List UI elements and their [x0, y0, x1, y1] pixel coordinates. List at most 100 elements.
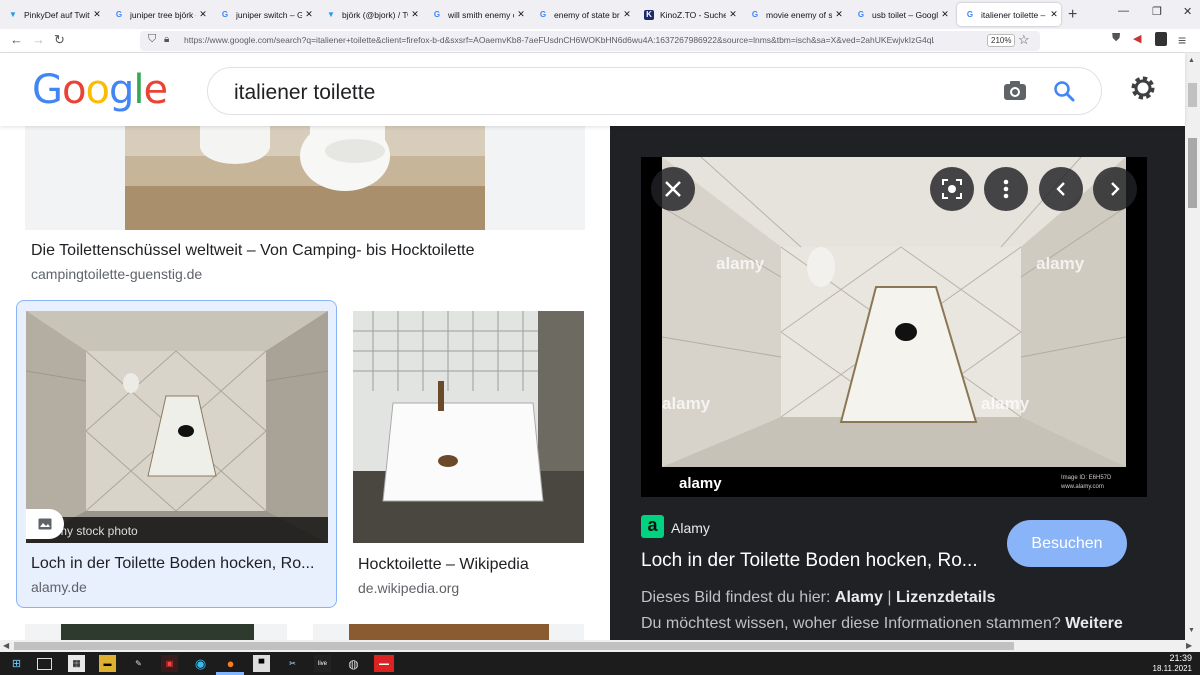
- result-title[interactable]: Loch in der Toilette Boden hocken, Ro...: [31, 555, 321, 573]
- bookmark-star-icon[interactable]: ☆: [1018, 32, 1030, 48]
- close-tab-icon[interactable]: ✕: [938, 9, 952, 20]
- windows-start-icon[interactable]: ⊞: [8, 655, 25, 672]
- close-window-icon[interactable]: ✕: [1183, 5, 1192, 18]
- result-card-next[interactable]: [25, 624, 287, 640]
- recorder-icon[interactable]: ▬▬: [374, 655, 394, 672]
- extension-icon[interactable]: [1155, 32, 1167, 46]
- tab-4[interactable]: Gwill smith enemy of s✕: [424, 3, 528, 26]
- close-tab-icon[interactable]: ✕: [302, 9, 316, 20]
- windows-taskbar: ⊞ ▦ ▬ ✎ ▣ ◉ ● ▀ ✂ live ◍ ▬▬ 21:39 18.11.…: [0, 652, 1200, 675]
- camera-icon[interactable]: [1003, 80, 1027, 102]
- result-source[interactable]: campingtoilette-guenstig.de: [31, 266, 202, 282]
- result-card-wikipedia[interactable]: [353, 311, 584, 543]
- zoom-level[interactable]: 210%: [987, 34, 1016, 47]
- search-icon[interactable]: [1053, 80, 1075, 102]
- close-tab-icon[interactable]: ✕: [408, 9, 422, 20]
- result-thumbnail-squat-toilet[interactable]: [26, 311, 328, 543]
- result-card-selected[interactable]: my stock photo Loch in der Toilette Bode…: [16, 300, 337, 608]
- close-tab-icon[interactable]: ✕: [620, 9, 634, 20]
- tab-1[interactable]: Gjuniper tree björk – Go✕: [106, 3, 210, 26]
- scroll-down-icon[interactable]: ▼: [1188, 627, 1195, 634]
- result-title[interactable]: Die Toilettenschüssel weltweit – Von Cam…: [31, 242, 581, 260]
- scrollbar-thumb[interactable]: [14, 642, 1014, 650]
- result-card-0[interactable]: [25, 126, 585, 230]
- forward-icon[interactable]: →: [32, 32, 45, 47]
- tab-8[interactable]: Gusb toilet – Google Su✕: [848, 3, 952, 26]
- scroll-up-icon[interactable]: ▲: [1188, 57, 1195, 64]
- scrollbar-thumb[interactable]: [1188, 138, 1197, 208]
- task-view-icon[interactable]: [37, 658, 52, 670]
- license-details-link[interactable]: Lizenzdetails: [896, 589, 996, 606]
- tab-0[interactable]: ▼ PinkyDef auf Twitter:✕: [0, 3, 104, 26]
- edge-icon[interactable]: ◉: [192, 655, 209, 672]
- url-text[interactable]: https://www.google.com/search?q=italiene…: [184, 35, 934, 45]
- close-tab-icon[interactable]: ✕: [196, 9, 210, 20]
- preview-title[interactable]: Loch in der Toilette Boden hocken, Ro...: [641, 550, 986, 572]
- new-tab-button[interactable]: +: [1068, 6, 1077, 24]
- pen-tool-icon[interactable]: ✎: [130, 655, 147, 672]
- search-box[interactable]: italiener toilette: [207, 67, 1102, 115]
- obs-icon[interactable]: ◍: [345, 655, 362, 672]
- file-explorer-icon[interactable]: ▬: [99, 655, 116, 672]
- next-image-button[interactable]: [1093, 167, 1137, 211]
- alamy-link[interactable]: Alamy: [835, 589, 883, 606]
- shield-icon[interactable]: ⛉: [148, 33, 156, 46]
- close-tab-icon[interactable]: ✕: [832, 9, 846, 20]
- close-preview-button[interactable]: [651, 167, 695, 211]
- app-icon[interactable]: ▀: [253, 655, 270, 672]
- tab-5[interactable]: Genemy of state brain:✕: [530, 3, 634, 26]
- visit-button[interactable]: Besuchen: [1007, 520, 1127, 567]
- search-input[interactable]: italiener toilette: [234, 81, 375, 105]
- scrollbar-thumb[interactable]: [1188, 83, 1197, 107]
- result-card-next[interactable]: [313, 624, 584, 640]
- vertical-scrollbar[interactable]: ▲ ▼: [1185, 53, 1200, 640]
- calculator-icon[interactable]: ▦: [68, 655, 85, 672]
- close-tab-icon[interactable]: ✕: [514, 9, 528, 20]
- live-app-icon[interactable]: live: [314, 655, 331, 672]
- lock-icon[interactable]: 🔒︎: [164, 34, 169, 45]
- tab-9-active[interactable]: Gitaliener toilette – Goo✕: [957, 3, 1061, 26]
- clock-date[interactable]: 18.11.2021: [1145, 664, 1192, 673]
- extension-icon[interactable]: ◀: [1133, 32, 1141, 45]
- settings-gear-icon[interactable]: [1128, 73, 1158, 103]
- reload-icon[interactable]: ↻: [54, 32, 65, 48]
- maximize-icon[interactable]: ❐: [1152, 5, 1162, 18]
- result-thumbnail[interactable]: [349, 624, 549, 640]
- horizontal-scrollbar[interactable]: ◀ ▶: [0, 640, 1200, 652]
- tab-6[interactable]: K KinoZ.TO - Suchergel✕: [636, 3, 740, 26]
- tab-bar: ▼PinkyDef auf Twitter:✕ Gjuniper tree bj…: [0, 0, 1200, 29]
- result-title[interactable]: Hocktoilette – Wikipedia: [358, 556, 584, 574]
- result-thumbnail[interactable]: [61, 624, 254, 640]
- address-bar[interactable]: ⛉ 🔒︎ https://www.google.com/search?q=ita…: [140, 31, 1040, 51]
- result-source[interactable]: alamy.de: [31, 579, 87, 595]
- more-options-button[interactable]: [984, 167, 1028, 211]
- close-tab-icon[interactable]: ✕: [1047, 9, 1061, 20]
- tab-title: PinkyDef auf Twitter:: [24, 9, 90, 20]
- alamy-site-icon: a: [641, 515, 664, 538]
- more-info-link[interactable]: Weitere: [1065, 615, 1123, 632]
- terminal-icon[interactable]: ▣: [161, 655, 178, 672]
- result-source[interactable]: de.wikipedia.org: [358, 580, 459, 596]
- tab-7[interactable]: Gmovie enemy of state✕: [742, 3, 846, 26]
- google-logo[interactable]: Google: [32, 67, 168, 113]
- result-thumbnail-bidet[interactable]: [125, 126, 485, 230]
- result-thumbnail-hocktoilette[interactable]: [353, 311, 584, 543]
- close-tab-icon[interactable]: ✕: [90, 9, 104, 20]
- clock-time[interactable]: 21:39: [1160, 653, 1192, 663]
- snipping-tool-icon[interactable]: ✂: [284, 655, 301, 672]
- pocket-icon[interactable]: ⛊: [1112, 32, 1120, 45]
- firefox-icon[interactable]: ●: [222, 655, 239, 672]
- scroll-right-icon[interactable]: ▶: [1186, 641, 1192, 650]
- scroll-left-icon[interactable]: ◀: [3, 641, 9, 650]
- tab-2[interactable]: Gjuniper switch – Goog✕: [212, 3, 316, 26]
- image-preview-panel: alamy alamy alamy alamy alamy Image ID: …: [610, 126, 1185, 640]
- tab-3[interactable]: ▼ björk (@bjork) / Twitt✕: [318, 3, 422, 26]
- back-icon[interactable]: ←: [10, 32, 23, 47]
- minimize-icon[interactable]: —: [1118, 5, 1129, 17]
- site-name[interactable]: Alamy: [671, 520, 710, 536]
- previous-image-button[interactable]: [1039, 167, 1083, 211]
- lens-search-button[interactable]: [930, 167, 974, 211]
- close-tab-icon[interactable]: ✕: [726, 9, 740, 20]
- menu-icon[interactable]: ≡: [1178, 32, 1186, 48]
- image-icon: [38, 518, 52, 530]
